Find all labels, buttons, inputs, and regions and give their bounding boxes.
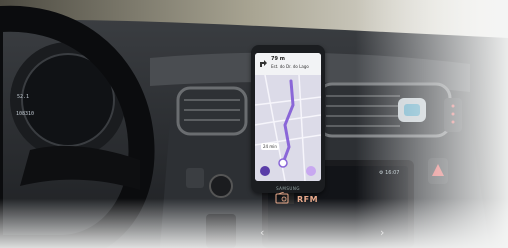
chevron-left-icon[interactable]: ‹ (260, 226, 264, 239)
phone-brand: SAMSUNG (276, 186, 300, 191)
odometer-bottom-readout: 108310 (16, 111, 35, 117)
nav-header: 79 m Est. do Dr. do Lago (255, 53, 321, 75)
radio-source-label: RFM (297, 195, 319, 204)
radio-icon (275, 192, 289, 204)
car-interior-photo: 52.1 108310 79 m Est. do Dr. do Lago 24 … (0, 0, 508, 248)
eta-chip: 24 min (261, 143, 279, 150)
nav-street-name: Est. do Dr. do Lago (271, 64, 309, 69)
nav-distance: 79 m (271, 56, 285, 62)
turn-arrow-icon (260, 60, 267, 67)
infotainment-clock: ⚙ 16:07 (379, 170, 400, 176)
odometer-top-readout: 52.1 (17, 94, 30, 100)
smartphone: 79 m Est. do Dr. do Lago 24 min SAMSUNG (251, 45, 325, 193)
chevron-right-icon[interactable]: › (380, 226, 384, 239)
navigation-screen: 79 m Est. do Dr. do Lago 24 min (255, 53, 321, 181)
map-view[interactable] (255, 75, 321, 181)
